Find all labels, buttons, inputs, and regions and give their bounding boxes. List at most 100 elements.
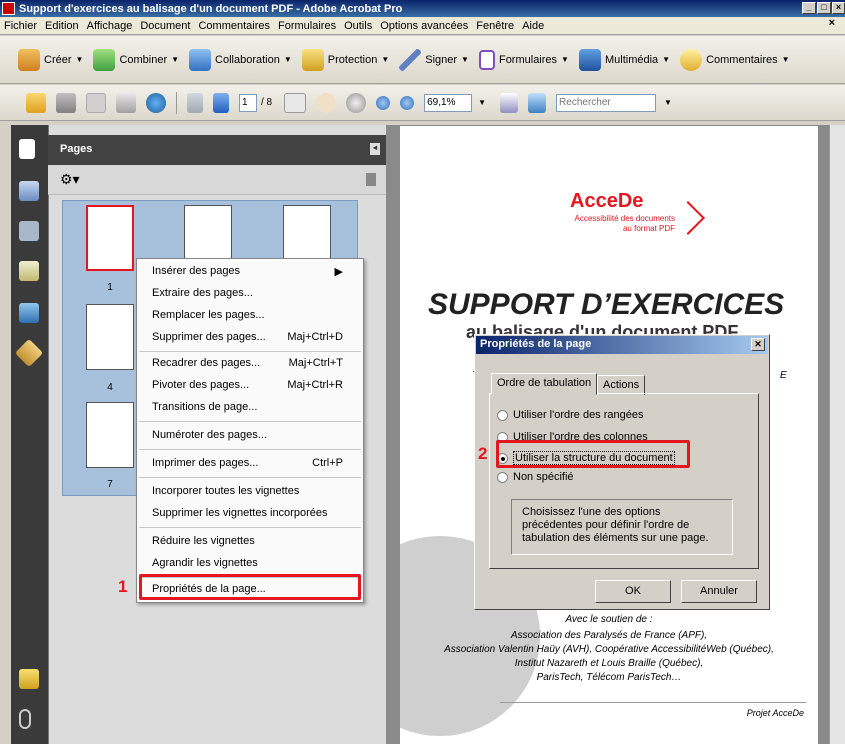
- dialog-title: Propriétés de la page: [480, 338, 592, 350]
- combine-icon: [93, 48, 116, 71]
- maximize-button[interactable]: □: [817, 2, 831, 14]
- menu-item-label: Incorporer toutes les vignettes: [152, 485, 300, 497]
- cancel-button[interactable]: Annuler: [681, 580, 757, 603]
- menu-item-reduce-thumbnails[interactable]: Réduire les vignettes: [137, 531, 363, 553]
- highlight-box-page-properties: [139, 574, 361, 600]
- minimize-button[interactable]: _: [802, 2, 816, 14]
- create-button[interactable]: Créer ▼: [18, 48, 83, 71]
- acrobat-app-icon: [2, 2, 15, 15]
- page-thumbnail-1[interactable]: [86, 205, 134, 271]
- pages-icon[interactable]: [19, 139, 35, 159]
- menu-fichier[interactable]: Fichier: [4, 20, 37, 32]
- previous-page-icon[interactable]: [187, 92, 203, 113]
- model-tree-icon[interactable]: [19, 303, 39, 323]
- radio-label: Utiliser l'ordre des rangées: [513, 409, 644, 421]
- navigation-pane-strip: [11, 125, 48, 744]
- radio-unspecified[interactable]: Non spécifié: [497, 471, 574, 483]
- select-text-icon[interactable]: [284, 92, 307, 113]
- comment-icon: [680, 48, 703, 71]
- menu-affichage[interactable]: Affichage: [87, 20, 133, 32]
- search-dropdown-icon[interactable]: ▼: [664, 98, 672, 107]
- email-icon[interactable]: [116, 92, 136, 113]
- tab-actions[interactable]: Actions: [597, 375, 646, 395]
- menu-options-avancees[interactable]: Options avancées: [380, 20, 468, 32]
- zoom-out-icon[interactable]: [376, 95, 391, 110]
- menu-item-rotate-pages[interactable]: Pivoter des pages... Maj+Ctrl+R: [137, 375, 363, 397]
- lock-icon: [301, 48, 324, 71]
- comments-panel-icon[interactable]: [19, 669, 39, 689]
- page-total: / 8: [261, 97, 273, 108]
- accede-arrow-icon: [671, 201, 705, 235]
- ok-button[interactable]: OK: [595, 580, 671, 603]
- attachments-icon[interactable]: [19, 709, 31, 729]
- menu-commentaires[interactable]: Commentaires: [198, 20, 270, 32]
- layers-icon[interactable]: [19, 261, 39, 281]
- menu-item-label: Numéroter des pages...: [152, 429, 267, 441]
- sign-label: Signer: [425, 53, 458, 66]
- vertical-scrollbar[interactable]: [829, 125, 845, 744]
- menu-item-label: Agrandir les vignettes: [152, 557, 258, 569]
- page-thumbnail-4[interactable]: [86, 304, 134, 370]
- menu-item-print-pages[interactable]: Imprimer des pages... Ctrl+P: [137, 453, 363, 475]
- zoom-input[interactable]: 69,1%: [424, 93, 473, 112]
- annotation-step-2: 2: [478, 444, 488, 463]
- bookmarks-icon[interactable]: [19, 181, 39, 201]
- zoom-in-icon[interactable]: [400, 95, 415, 110]
- sign-button[interactable]: Signer ▼: [399, 48, 469, 71]
- fit-width-icon[interactable]: [500, 92, 519, 113]
- signatures-icon[interactable]: [19, 221, 39, 241]
- menu-item-number-pages[interactable]: Numéroter des pages...: [137, 425, 363, 447]
- create-label: Créer: [44, 53, 72, 66]
- page-number-input[interactable]: 1: [239, 93, 257, 112]
- collapse-panel-icon[interactable]: ◂: [370, 143, 380, 155]
- menu-item-crop-pages[interactable]: Recadrer des pages... Maj+Ctrl+T: [137, 353, 363, 375]
- menu-item-page-transitions[interactable]: Transitions de page...: [137, 397, 363, 419]
- save-icon[interactable]: [86, 92, 106, 113]
- collaboration-button[interactable]: Collaboration ▼: [189, 48, 292, 71]
- radio-dot: [497, 409, 508, 421]
- menu-edition[interactable]: Edition: [45, 20, 79, 32]
- menu-item-shortcut: Maj+Ctrl+D: [287, 331, 343, 343]
- multimedia-button[interactable]: Multimédia ▼: [578, 48, 670, 71]
- thumbnail-label-4: 4: [107, 382, 113, 393]
- full-screen-icon[interactable]: [528, 92, 547, 113]
- menu-item-embed-thumbnails[interactable]: Incorporer toutes les vignettes: [137, 481, 363, 503]
- menu-item-remove-thumbnails[interactable]: Supprimer les vignettes incorporées: [137, 503, 363, 525]
- web-icon[interactable]: [146, 92, 166, 113]
- dialog-close-icon[interactable]: ✕: [751, 338, 765, 351]
- menu-aide[interactable]: Aide: [522, 20, 544, 32]
- tags-icon[interactable]: [14, 338, 44, 368]
- close-document-icon[interactable]: ×: [829, 17, 835, 29]
- window-title: Support d'exercices au balisage d'un doc…: [19, 2, 403, 15]
- page-thumbnail-7[interactable]: [86, 402, 134, 468]
- protection-label: Protection: [327, 53, 378, 66]
- combine-button[interactable]: Combiner ▼: [93, 48, 179, 71]
- thumbnail-label-7: 7: [107, 479, 113, 490]
- hand-tool-icon[interactable]: [316, 92, 337, 113]
- menu-fenetre[interactable]: Fenêtre: [476, 20, 514, 32]
- menu-outils[interactable]: Outils: [344, 20, 372, 32]
- comments-button[interactable]: Commentaires ▼: [680, 48, 790, 71]
- trash-icon[interactable]: [366, 173, 376, 186]
- menu-formulaires[interactable]: Formulaires: [278, 20, 336, 32]
- menu-item-extract-pages[interactable]: Extraire des pages...: [137, 283, 363, 305]
- menu-item-replace-pages[interactable]: Remplacer les pages...: [137, 305, 363, 327]
- radio-rows-order[interactable]: Utiliser l'ordre des rangées: [497, 409, 644, 421]
- tab-tab-order[interactable]: Ordre de tabulation: [491, 373, 598, 395]
- options-gear-icon[interactable]: ⚙▾: [60, 171, 80, 188]
- menu-item-insert-pages[interactable]: Insérer des pages ▶: [137, 261, 363, 283]
- open-folder-icon[interactable]: [26, 92, 46, 113]
- marquee-zoom-icon[interactable]: [346, 92, 367, 113]
- close-window-button[interactable]: ×: [832, 2, 845, 14]
- print-icon[interactable]: [56, 92, 76, 113]
- collaboration-label: Collaboration: [215, 53, 280, 66]
- menu-document[interactable]: Document: [140, 20, 190, 32]
- menu-item-enlarge-thumbnails[interactable]: Agrandir les vignettes: [137, 553, 363, 575]
- forms-button[interactable]: Formulaires ▼: [478, 49, 569, 70]
- protection-button[interactable]: Protection ▼: [301, 48, 389, 71]
- menu-item-delete-pages[interactable]: Supprimer des pages... Maj+Ctrl+D: [137, 327, 363, 349]
- next-page-icon[interactable]: [213, 92, 229, 113]
- tasks-toolbar: Créer ▼ Combiner ▼ Collaboration ▼ Protecti…: [0, 36, 845, 84]
- search-input[interactable]: Rechercher: [556, 93, 657, 112]
- zoom-dropdown-icon[interactable]: ▼: [478, 98, 486, 107]
